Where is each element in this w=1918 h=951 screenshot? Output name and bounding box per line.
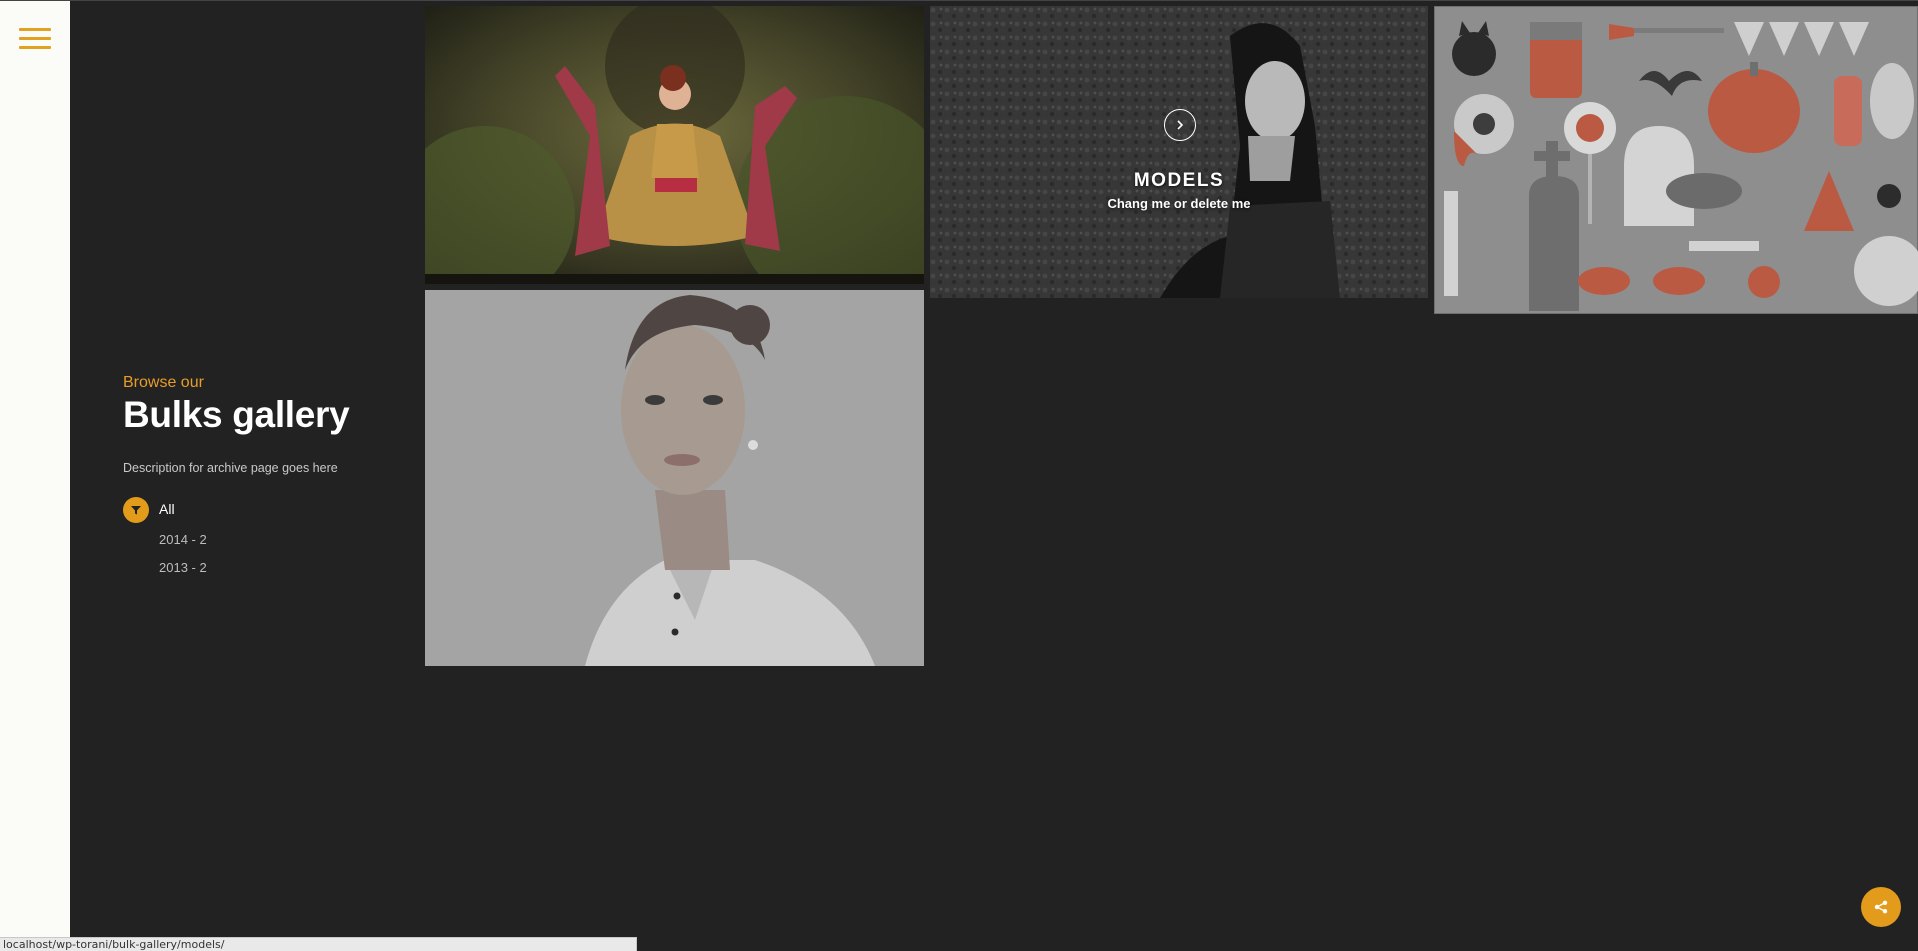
archive-description: Description for archive page goes here: [123, 461, 338, 475]
side-rail: [0, 1, 70, 951]
gallery-item[interactable]: [1434, 6, 1918, 314]
gallery-item[interactable]: [425, 290, 924, 666]
share-icon[interactable]: [1861, 887, 1901, 927]
halloween-icons-pattern: [1434, 6, 1918, 314]
gallery-item-models[interactable]: MODELS Chang me or delete me: [930, 6, 1428, 298]
hamburger-icon[interactable]: [19, 28, 51, 52]
status-bar-url: localhost/wp-torani/bulk-gallery/models/: [0, 937, 637, 951]
window-top-border: [0, 0, 1918, 1]
gallery-item-title: MODELS: [1133, 170, 1225, 191]
page-title: Bulks gallery: [123, 394, 350, 435]
chevron-right-icon[interactable]: [1164, 109, 1196, 141]
filter-2013[interactable]: 2013 - 2: [159, 560, 207, 575]
archive-intro: Browse our Bulks gallery Description for…: [123, 373, 403, 478]
intro-kicker: Browse our: [123, 374, 204, 391]
filter-all[interactable]: All: [159, 501, 175, 517]
filter-2014[interactable]: 2014 - 2: [159, 532, 207, 547]
woman-in-gown-forest-photo: [425, 6, 924, 284]
woman-grayscale-field-photo: [930, 6, 1428, 298]
woman-white-shirt-portrait-photo: [425, 290, 924, 666]
gallery-item-subtitle: Chang me or delete me: [1107, 196, 1251, 211]
filter-icon: [123, 497, 149, 523]
gallery-item[interactable]: [425, 6, 924, 284]
